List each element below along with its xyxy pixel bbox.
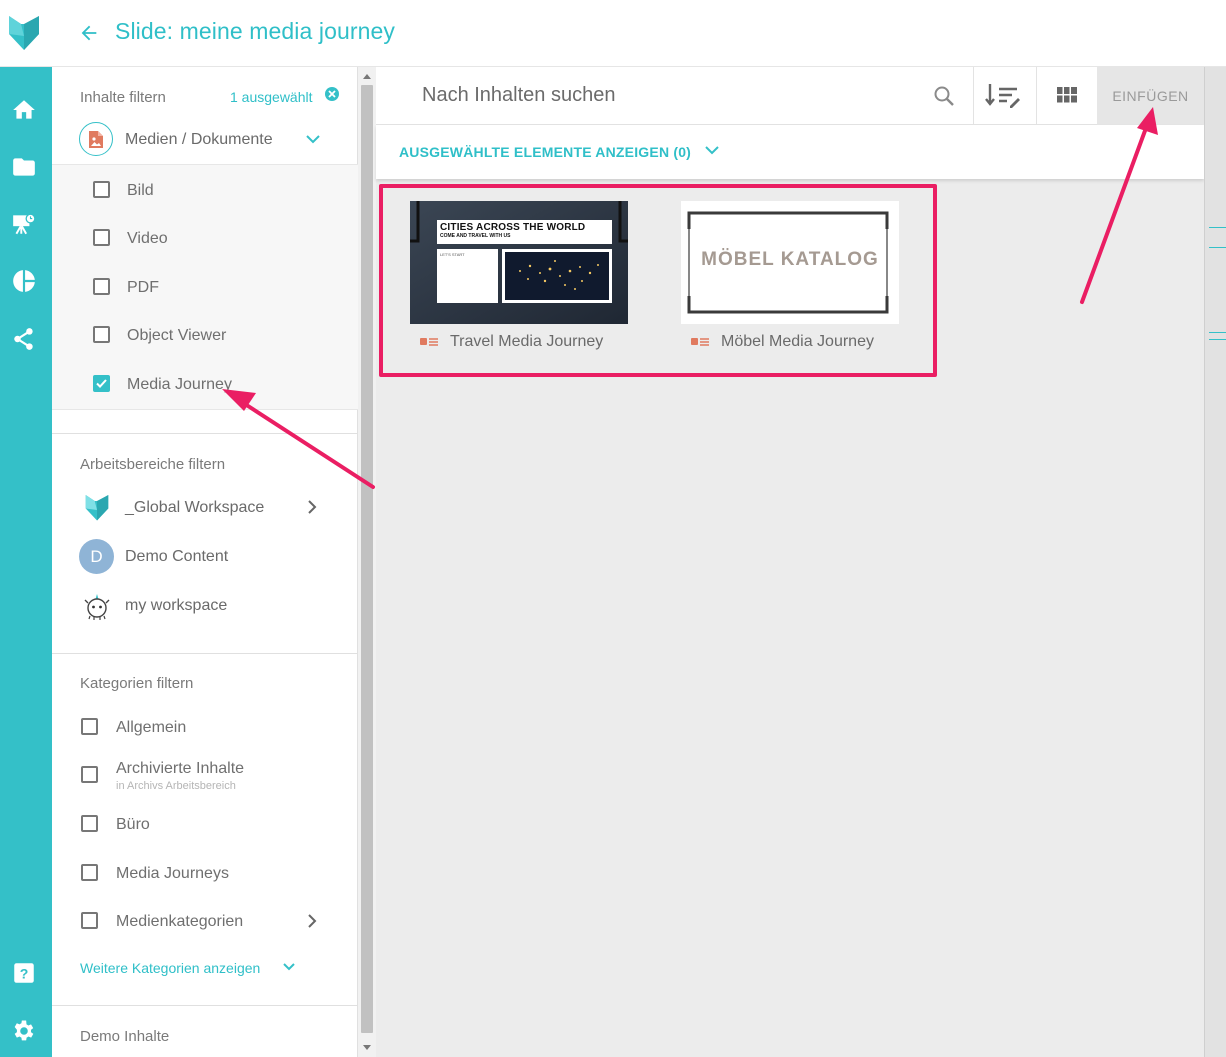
section-divider (52, 1005, 358, 1006)
checkmark-icon (96, 379, 107, 388)
category-label-buero: Büro (116, 816, 150, 833)
nav-rail: ? (0, 67, 52, 1057)
workspace-item-global[interactable]: _Global Workspace (125, 499, 264, 517)
media-document-icon (89, 131, 103, 148)
clear-filter-icon[interactable] (324, 86, 340, 102)
unicorn-icon (84, 594, 110, 620)
scroll-down-icon[interactable] (363, 1045, 371, 1051)
sort-icon[interactable] (984, 81, 1022, 109)
filter-panel: Inhalte filtern 1 ausgewählt Medien / Do… (52, 67, 358, 1057)
option-label-object-viewer: Object Viewer (127, 327, 227, 344)
toolbar-separator (973, 67, 974, 125)
checkbox-video[interactable] (93, 229, 110, 246)
chevron-right-icon[interactable] (306, 499, 318, 515)
demo-content-title: Demo Inhalte (80, 1028, 170, 1045)
media-type-badge (79, 122, 113, 156)
toolbar-separator (1036, 67, 1037, 125)
media-type-dropdown[interactable]: Medien / Dokumente (125, 131, 273, 149)
content-type-options: Bild Video PDF Object Viewer Media Journ… (52, 164, 358, 410)
home-icon[interactable] (11, 97, 37, 123)
option-label-media-journey: Media Journey (127, 376, 232, 393)
category-sublabel-archiv: in Archivs Arbeitsbereich (116, 780, 236, 792)
checkbox-pdf[interactable] (93, 278, 110, 295)
highlight-box (379, 184, 937, 377)
option-label-bild: Bild (127, 182, 154, 199)
checkbox-media-journeys[interactable] (81, 864, 98, 881)
app-header: Slide: meine media journey (0, 0, 1226, 67)
fox-logo-icon[interactable] (6, 12, 42, 52)
selected-items-bar: AUSGEWÄHLTE ELEMENTE ANZEIGEN (0) (376, 125, 1204, 179)
avatar: D (79, 539, 114, 574)
category-label-allgemein: Allgemein (116, 719, 187, 736)
folder-icon[interactable] (11, 154, 37, 180)
chevron-down-icon[interactable] (703, 143, 721, 157)
category-label-media-journeys: Media Journeys (116, 865, 229, 882)
search-toolbar: EINFÜGEN (376, 67, 1204, 125)
option-label-pdf: PDF (127, 279, 159, 296)
chevron-right-icon[interactable] (306, 913, 318, 929)
insert-button[interactable]: EINFÜGEN (1097, 67, 1204, 125)
panel-scrollbar[interactable] (358, 67, 376, 1057)
back-arrow-icon[interactable] (78, 22, 100, 44)
content-filter-title: Inhalte filtern (80, 89, 166, 106)
search-input[interactable] (422, 84, 902, 107)
workspace-item-my-workspace[interactable]: my workspace (125, 597, 227, 615)
section-divider (52, 653, 358, 654)
svg-text:?: ? (20, 965, 29, 981)
category-label-archivierte-inhalte: Archivierte Inhalte (116, 760, 245, 777)
search-icon[interactable] (932, 84, 956, 108)
more-categories-link[interactable]: Weitere Kategorien anzeigen (80, 960, 260, 976)
chevron-down-icon[interactable] (304, 132, 322, 146)
checkbox-bild[interactable] (93, 181, 110, 198)
right-panel-edge (1204, 67, 1226, 1057)
checkbox-medienkategorien[interactable] (81, 912, 98, 929)
scroll-up-icon[interactable] (363, 73, 371, 79)
checkbox-allgemein[interactable] (81, 718, 98, 735)
option-label-video: Video (127, 230, 168, 247)
show-selected-toggle[interactable]: AUSGEWÄHLTE ELEMENTE ANZEIGEN (0) (399, 144, 691, 160)
workspace-item-demo-content[interactable]: Demo Content (125, 548, 228, 566)
category-label-medienkategorien: Medienkategorien (116, 913, 244, 930)
workspace-filter-title: Arbeitsbereiche filtern (80, 456, 226, 473)
help-icon[interactable]: ? (11, 960, 37, 986)
category-filter-title: Kategorien filtern (80, 675, 194, 692)
checkbox-archivierte-inhalte[interactable] (81, 766, 98, 783)
selected-count-link[interactable]: 1 ausgewählt (230, 89, 313, 105)
checkbox-media-journey[interactable] (93, 375, 110, 392)
grid-view-icon[interactable] (1057, 87, 1077, 103)
pie-chart-icon[interactable] (11, 268, 37, 294)
scrollbar-thumb[interactable] (361, 85, 373, 1033)
chevron-down-icon[interactable] (281, 960, 297, 974)
page-title: Slide: meine media journey (115, 18, 396, 44)
global-workspace-logo-icon (85, 495, 109, 521)
settings-gear-icon[interactable] (11, 1018, 37, 1044)
section-divider (52, 433, 358, 434)
share-icon[interactable] (11, 326, 37, 352)
presentation-icon[interactable] (11, 211, 37, 237)
checkbox-buero[interactable] (81, 815, 98, 832)
checkbox-object-viewer[interactable] (93, 326, 110, 343)
